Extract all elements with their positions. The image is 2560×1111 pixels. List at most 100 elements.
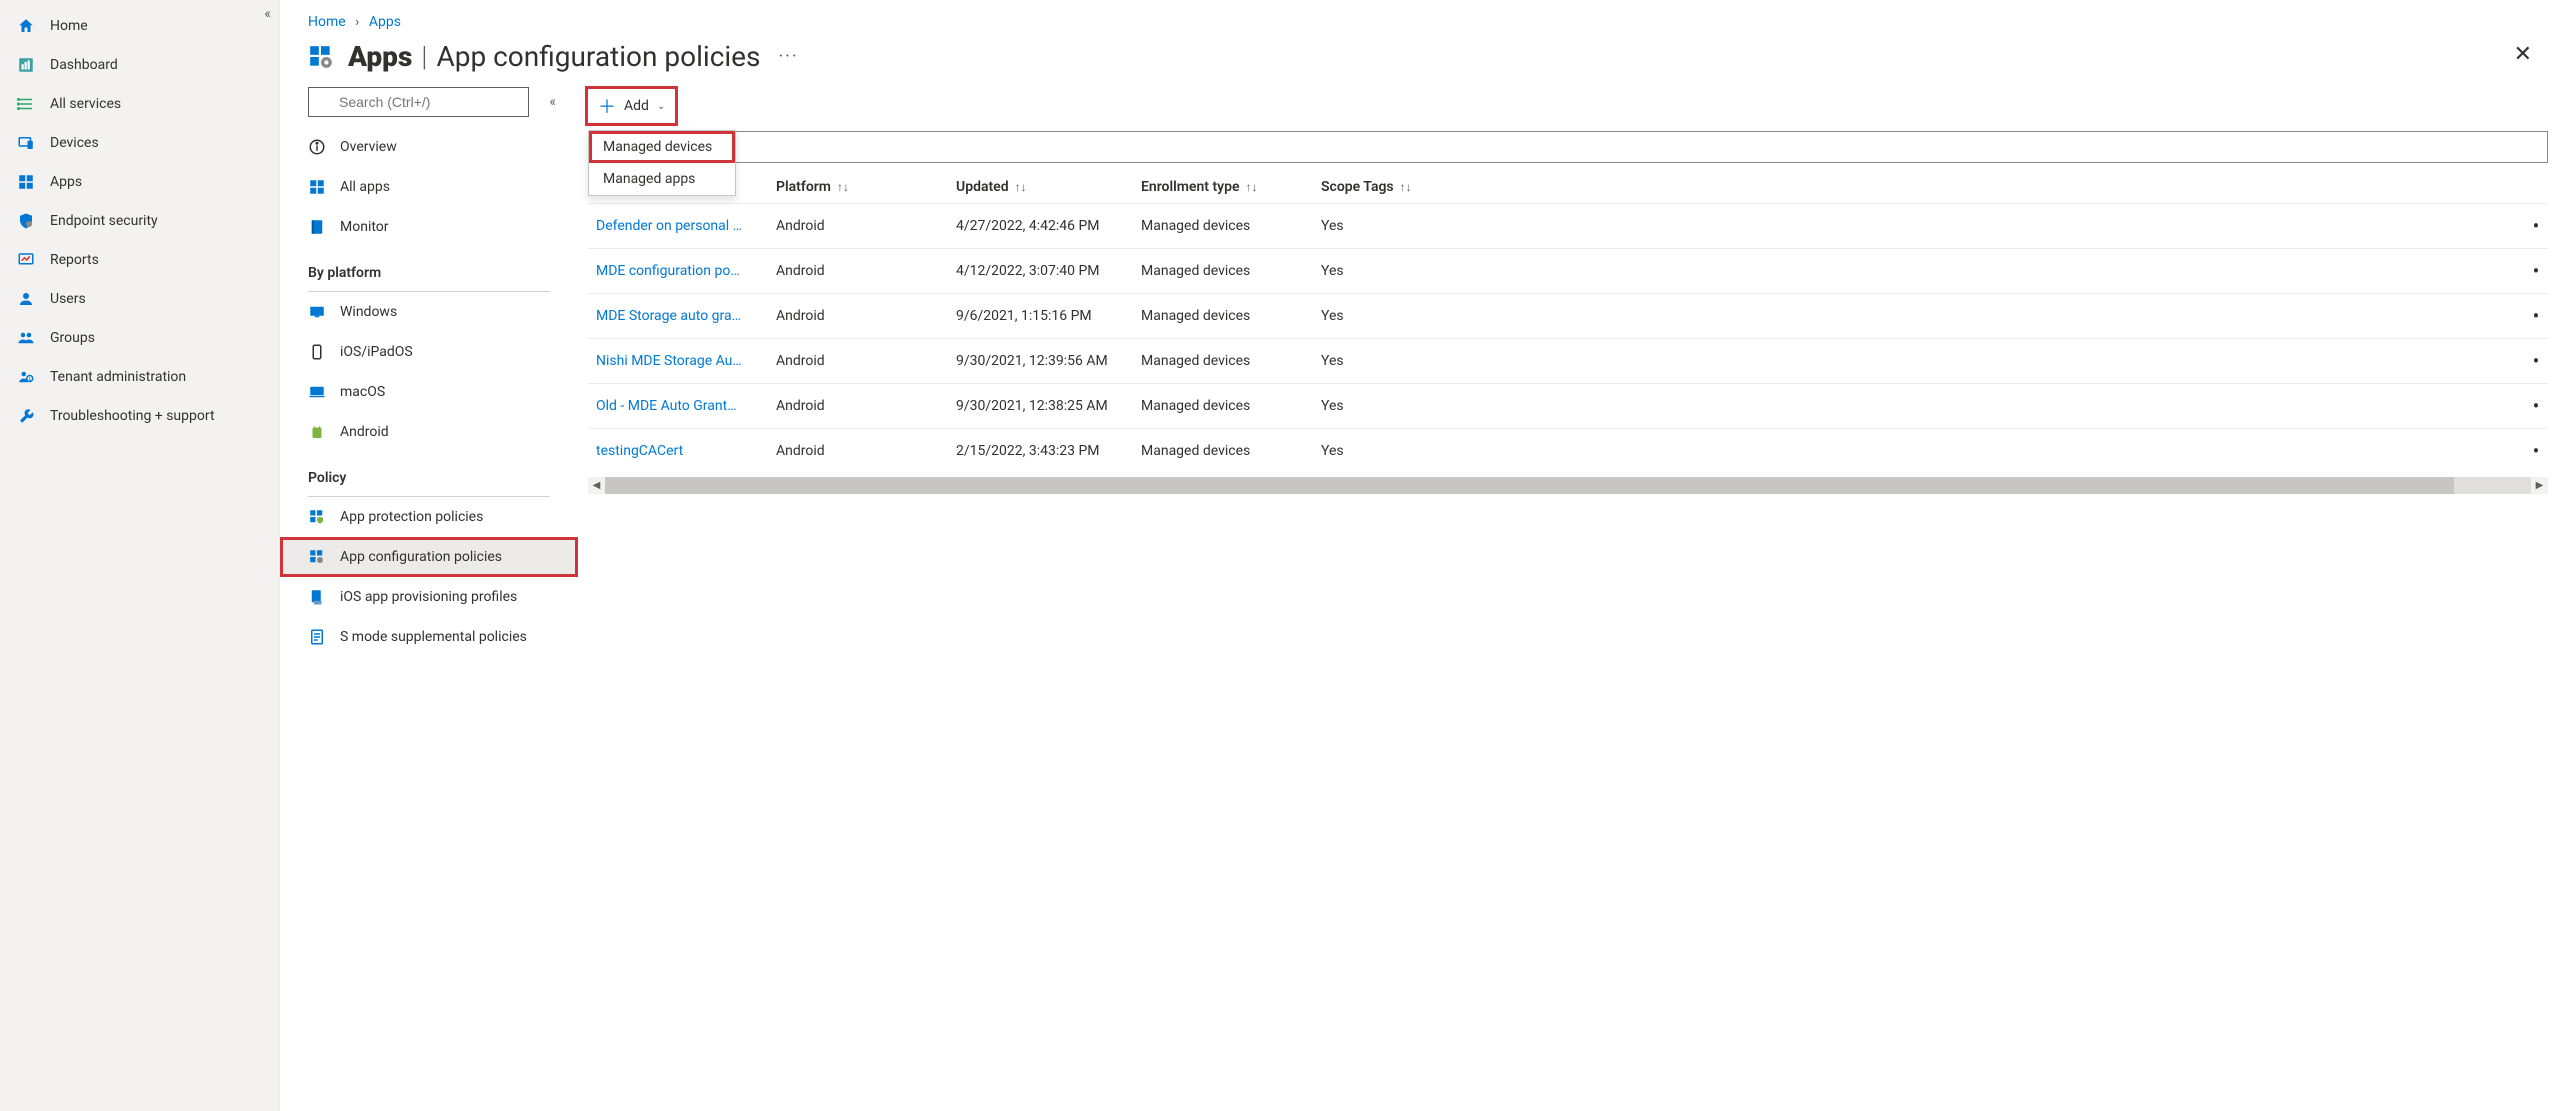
add-button[interactable]: ＋ Add ⌄ [588, 89, 675, 123]
blade-platform-ios[interactable]: iOS/iPadOS [280, 332, 578, 372]
nav-reports[interactable]: Reports [0, 240, 279, 279]
dd-managed-devices[interactable]: Managed devices [589, 131, 735, 163]
chevron-down-icon: ⌄ [657, 101, 665, 112]
row-scope: Yes [1313, 339, 2524, 384]
blade-policy-ios-provisioning[interactable]: iOS app provisioning profiles [280, 577, 578, 617]
scroll-thumb[interactable] [605, 477, 2454, 494]
more-actions-icon[interactable]: ··· [778, 46, 798, 67]
blade-platform-android[interactable]: Android [280, 412, 578, 452]
row-platform: Android [768, 204, 948, 249]
blade-item-monitor[interactable]: Monitor [280, 207, 578, 247]
shield-icon [16, 211, 36, 231]
nav-label: Home [50, 18, 88, 34]
row-more-icon[interactable]: • [2524, 204, 2548, 249]
nav-endpoint-security[interactable]: Endpoint security [0, 201, 279, 240]
nav-devices[interactable]: Devices [0, 123, 279, 162]
nav-users[interactable]: Users [0, 279, 279, 318]
plus-icon: ＋ [598, 93, 616, 119]
blade-platform-macos[interactable]: macOS [280, 372, 578, 412]
users-icon [16, 289, 36, 309]
blade-label: Windows [340, 304, 397, 320]
nav-apps[interactable]: Apps [0, 162, 279, 201]
dd-managed-apps[interactable]: Managed apps [589, 163, 735, 195]
col-scope[interactable]: Scope Tags↑↓ [1313, 171, 2524, 204]
row-name[interactable]: MDE configuration po… [588, 249, 768, 294]
row-name[interactable]: Old - MDE Auto Grant… [588, 384, 768, 429]
nav-groups[interactable]: Groups [0, 318, 279, 357]
home-icon [16, 16, 36, 36]
blade-label: S mode supplemental policies [340, 629, 527, 645]
blade-policy-protection[interactable]: App protection policies [280, 497, 578, 537]
title-service: Apps [348, 40, 412, 73]
add-dropdown: Managed devices Managed apps [588, 130, 736, 196]
tenant-icon [16, 367, 36, 387]
nav-label: Apps [50, 174, 82, 190]
profile-icon [308, 588, 326, 606]
nav-label: Troubleshooting + support [50, 408, 215, 424]
col-updated[interactable]: Updated↑↓ [948, 171, 1133, 204]
blade-policy-smode[interactable]: S mode supplemental policies [280, 617, 578, 657]
row-scope: Yes [1313, 294, 2524, 339]
scroll-right-icon[interactable]: ▶ [2531, 480, 2548, 491]
nav-tenant-admin[interactable]: Tenant administration [0, 357, 279, 396]
windows-icon [308, 303, 326, 321]
nav-home[interactable]: Home [0, 6, 279, 45]
row-platform: Android [768, 249, 948, 294]
doc-icon [308, 628, 326, 646]
row-more-icon[interactable]: • [2524, 294, 2548, 339]
row-scope: Yes [1313, 249, 2524, 294]
blade-search-input[interactable] [308, 87, 529, 117]
blade-label: iOS app provisioning profiles [340, 589, 517, 605]
toolbar: ＋ Add ⌄ Managed devices Managed apps [588, 87, 2548, 131]
row-scope: Yes [1313, 384, 2524, 429]
row-enrollment: Managed devices [1133, 429, 1313, 474]
row-updated: 2/15/2022, 3:43:23 PM [948, 429, 1133, 474]
row-more-icon[interactable]: • [2524, 249, 2548, 294]
row-name[interactable]: MDE Storage auto gra… [588, 294, 768, 339]
nav-all-services[interactable]: All services [0, 84, 279, 123]
nav-label: Endpoint security [50, 213, 158, 229]
row-enrollment: Managed devices [1133, 249, 1313, 294]
col-platform[interactable]: Platform↑↓ [768, 171, 948, 204]
apps-icon [308, 178, 326, 196]
table-row: MDE configuration po…Android4/12/2022, 3… [588, 249, 2548, 294]
nav-dashboard[interactable]: Dashboard [0, 45, 279, 84]
devices-icon [16, 133, 36, 153]
scroll-left-icon[interactable]: ◀ [588, 480, 605, 491]
blade-item-overview[interactable]: Overview [280, 127, 578, 167]
blade-label: macOS [340, 384, 385, 400]
blade-policy-configuration[interactable]: App configuration policies [280, 537, 578, 577]
collapse-blade-icon[interactable]: « [549, 94, 556, 110]
policies-table: ↑↓ Platform↑↓ Updated↑↓ Enrollment type↑… [588, 171, 2548, 473]
close-icon[interactable]: ✕ [2514, 42, 2532, 67]
table-row: Old - MDE Auto Grant…Android9/30/2021, 1… [588, 384, 2548, 429]
row-updated: 4/27/2022, 4:42:46 PM [948, 204, 1133, 249]
android-icon [308, 423, 326, 441]
blade-label: All apps [340, 179, 390, 195]
col-enrollment[interactable]: Enrollment type↑↓ [1133, 171, 1313, 204]
row-name[interactable]: Defender on personal … [588, 204, 768, 249]
row-name[interactable]: testingCACert [588, 429, 768, 474]
add-label: Add [624, 98, 649, 114]
row-more-icon[interactable]: • [2524, 429, 2548, 474]
row-more-icon[interactable]: • [2524, 339, 2548, 384]
nav-label: All services [50, 96, 121, 112]
blade-platform-windows[interactable]: Windows [280, 292, 578, 332]
scroll-track[interactable] [605, 477, 2531, 494]
breadcrumb-home[interactable]: Home [308, 14, 346, 30]
apps-icon [16, 172, 36, 192]
collapse-nav-icon[interactable]: « [264, 6, 271, 22]
mac-icon [308, 383, 326, 401]
book-icon [308, 218, 326, 236]
row-name[interactable]: Nishi MDE Storage Au… [588, 339, 768, 384]
nav-troubleshooting[interactable]: Troubleshooting + support [0, 396, 279, 435]
row-platform: Android [768, 294, 948, 339]
blade-scroll[interactable]: Overview All apps Monitor By platform [280, 127, 580, 657]
row-platform: Android [768, 339, 948, 384]
table-row: MDE Storage auto gra…Android9/6/2021, 1:… [588, 294, 2548, 339]
filter-input[interactable] [588, 131, 2548, 163]
horizontal-scrollbar[interactable]: ◀ ▶ [588, 477, 2548, 494]
breadcrumb-apps[interactable]: Apps [369, 14, 401, 30]
blade-item-all-apps[interactable]: All apps [280, 167, 578, 207]
row-more-icon[interactable]: • [2524, 384, 2548, 429]
